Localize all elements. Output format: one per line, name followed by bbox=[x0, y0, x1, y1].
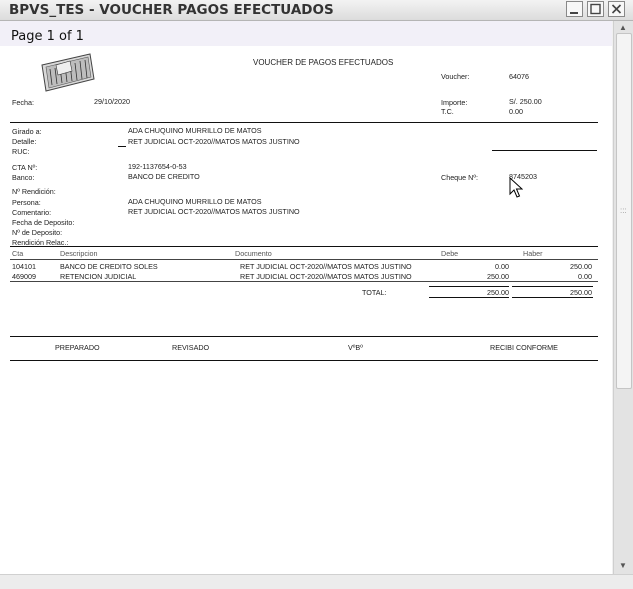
comentario-value: RET JUDICIAL OCT-2020//MATOS MATOS JUSTI… bbox=[128, 207, 300, 216]
col-cta: Cta bbox=[12, 249, 24, 258]
table-bottom-line bbox=[10, 281, 598, 282]
total-haber-underline bbox=[512, 297, 593, 298]
col-debe: Debe bbox=[441, 249, 459, 258]
col-haber: Haber bbox=[523, 249, 543, 258]
total-label: TOTAL: bbox=[362, 288, 387, 297]
maximize-button[interactable] bbox=[587, 1, 604, 17]
row-debe: 250.00 bbox=[487, 272, 509, 281]
divider bbox=[492, 150, 597, 151]
signature-bottom-line bbox=[10, 360, 598, 361]
cheque-label: Cheque Nº: bbox=[441, 173, 478, 182]
preparado-label: PREPARADO bbox=[55, 343, 100, 352]
mouse-cursor-icon bbox=[509, 177, 523, 198]
minimize-icon bbox=[570, 12, 578, 14]
minimize-button[interactable] bbox=[566, 1, 583, 17]
company-logo-icon bbox=[41, 53, 95, 92]
horizontal-scrollbar[interactable] bbox=[0, 574, 633, 589]
total-haber: 250.00 bbox=[570, 288, 592, 297]
comentario-label: Comentario: bbox=[12, 208, 52, 217]
total-debe: 250.00 bbox=[487, 288, 509, 297]
col-documento: Documento bbox=[235, 249, 272, 258]
row-documento: RET JUDICIAL OCT-2020//MATOS MATOS JUSTI… bbox=[240, 272, 412, 281]
banco-label: Banco: bbox=[12, 173, 35, 182]
table-header-line bbox=[10, 259, 598, 260]
window-title: BPVS_TES - VOUCHER PAGOS EFECTUADOS bbox=[9, 2, 334, 18]
report-toolbar: Page 1 of 1 bbox=[0, 21, 612, 46]
persona-value: ADA CHUQUINO MURRILLO DE MATOS bbox=[128, 197, 262, 206]
divider bbox=[10, 122, 598, 123]
fecha-label: Fecha: bbox=[12, 98, 34, 107]
row-debe: 0.00 bbox=[495, 262, 509, 271]
tc-label: T.C. bbox=[441, 107, 454, 116]
row-descripcion: RETENCION JUDICIAL bbox=[60, 272, 137, 281]
signature-top-line bbox=[10, 336, 598, 337]
recibi-label: RECIBI CONFORME bbox=[490, 343, 558, 352]
importe-value: S/. 250.00 bbox=[509, 97, 542, 106]
maximize-icon bbox=[590, 3, 601, 15]
revisado-label: REVISADO bbox=[172, 343, 210, 352]
ruc-label: RUC: bbox=[12, 147, 30, 156]
rendicion-label: Nº Rendición: bbox=[12, 187, 56, 196]
persona-label: Persona: bbox=[12, 198, 41, 207]
fecha-value: 29/10/2020 bbox=[94, 97, 130, 106]
report-title: VOUCHER DE PAGOS EFECTUADOS bbox=[253, 58, 394, 67]
detalle-value: RET JUDICIAL OCT-2020//MATOS MATOS JUSTI… bbox=[128, 137, 300, 146]
girado-value: ADA CHUQUINO MURRILLO DE MATOS bbox=[128, 126, 262, 135]
row-haber: 250.00 bbox=[570, 262, 592, 271]
voucher-label: Voucher: bbox=[441, 72, 470, 81]
close-icon bbox=[611, 4, 622, 14]
row-cta: 469009 bbox=[12, 272, 36, 281]
page-indicator: Page 1 of 1 bbox=[11, 29, 84, 44]
cta-label: CTA Nº: bbox=[12, 163, 38, 172]
divider bbox=[118, 146, 126, 147]
voucher-value: 64076 bbox=[509, 72, 529, 81]
scroll-up-icon[interactable]: ▲ bbox=[619, 23, 627, 32]
scroll-thumb[interactable]: ::: bbox=[616, 33, 632, 389]
vertical-scrollbar[interactable]: ▲ ::: ▼ bbox=[613, 21, 633, 574]
row-haber: 0.00 bbox=[578, 272, 592, 281]
total-haber-line bbox=[512, 286, 593, 287]
importe-label: Importe: bbox=[441, 98, 468, 107]
vobo-label: VºBº bbox=[348, 343, 363, 352]
report-page: VOUCHER DE PAGOS EFECTUADOS Voucher: 640… bbox=[0, 46, 612, 574]
row-documento: RET JUDICIAL OCT-2020//MATOS MATOS JUSTI… bbox=[240, 262, 412, 271]
col-descripcion: Descripcion bbox=[60, 249, 98, 258]
fecha-deposito-label: Fecha de Deposito: bbox=[12, 218, 75, 227]
row-descripcion: BANCO DE CREDITO SOLES bbox=[60, 262, 158, 271]
scroll-down-icon[interactable]: ▼ bbox=[619, 561, 627, 570]
total-debe-line bbox=[429, 286, 509, 287]
banco-value: BANCO DE CREDITO bbox=[128, 172, 200, 181]
total-debe-underline bbox=[429, 297, 509, 298]
detalle-label: Detalle: bbox=[12, 137, 37, 146]
girado-label: Girado a: bbox=[12, 127, 42, 136]
grip-icon: ::: bbox=[620, 206, 627, 215]
tc-value: 0.00 bbox=[509, 107, 523, 116]
close-button[interactable] bbox=[608, 1, 625, 17]
num-deposito-label: Nº de Deposito: bbox=[12, 228, 63, 237]
row-cta: 104101 bbox=[12, 262, 36, 271]
table-top-line bbox=[10, 246, 598, 247]
cta-value: 192-1137654-0-53 bbox=[128, 162, 187, 171]
title-bar: BPVS_TES - VOUCHER PAGOS EFECTUADOS bbox=[0, 0, 633, 21]
